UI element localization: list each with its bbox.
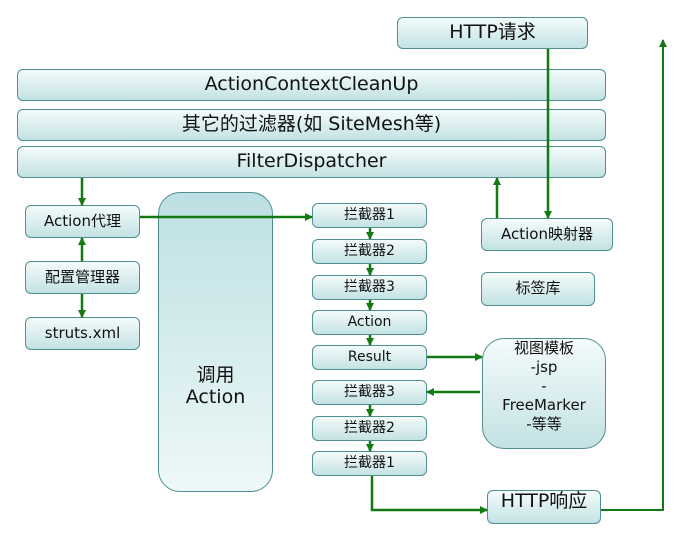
arrow-interceptor1-to-response bbox=[370, 476, 488, 514]
arrow-response-out bbox=[601, 39, 667, 511]
arrows-layer bbox=[78, 39, 667, 514]
struts2-architecture-diagram: HTTP请求 ActionContextCleanUp 其它的过滤器(如 Sit… bbox=[0, 0, 679, 540]
